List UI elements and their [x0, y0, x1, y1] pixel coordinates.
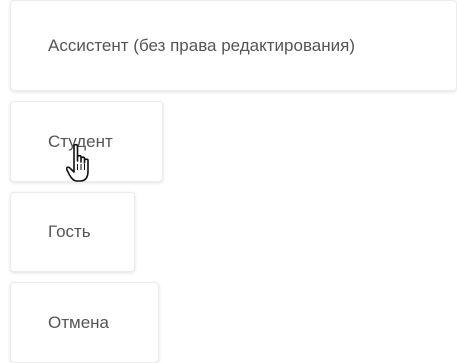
option-label: Отмена: [48, 312, 109, 332]
option-label: Ассистент (без права редактирования): [48, 35, 355, 55]
option-label: Студент: [48, 131, 113, 151]
cancel-button[interactable]: Отмена: [10, 282, 159, 363]
option-guest[interactable]: Гость: [10, 192, 135, 272]
option-assistant-readonly[interactable]: Ассистент (без права редактирования): [10, 0, 457, 91]
option-student[interactable]: Студент: [10, 101, 163, 182]
option-label: Гость: [48, 222, 91, 241]
